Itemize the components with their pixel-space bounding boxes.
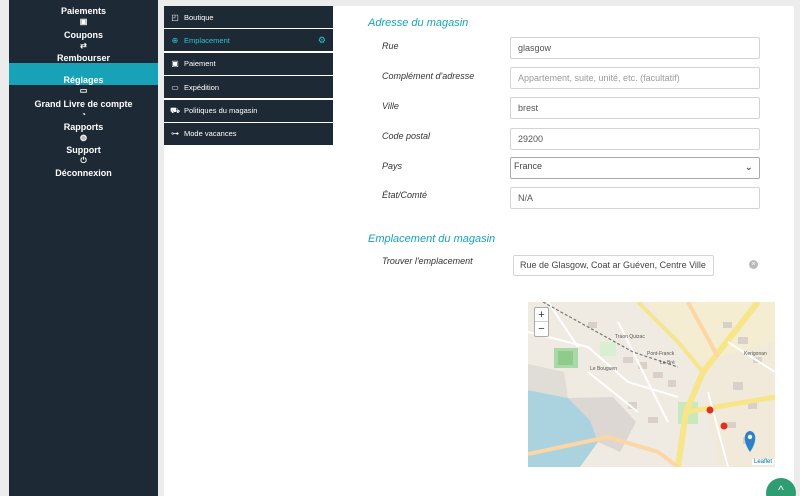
sidebar-item-label: Réglages (63, 75, 104, 85)
ledger-icon: ◔ (81, 110, 86, 119)
sidebar-item-paiements[interactable]: Paiements ▣ (9, 6, 158, 26)
submenu-item-label: Expédition (184, 82, 220, 92)
submenu-item-paiement[interactable]: ▣ Paiement (164, 52, 333, 75)
sidebar-item-reglages-label[interactable]: Réglages ▭ (9, 75, 158, 95)
settings-icon: ▭ (79, 86, 88, 95)
zoom-out-button[interactable]: − (535, 322, 548, 336)
state-input[interactable] (510, 187, 760, 209)
postcode-label: Code postal (382, 131, 431, 141)
sidebar-item-deconnexion[interactable]: Déconnexion (9, 168, 158, 180)
sidebar-item-grand-livre[interactable]: Grand Livre de compte ◔ (9, 99, 158, 119)
sidebar-item-label: Coupons (64, 30, 103, 40)
money-icon: ▣ (171, 59, 179, 69)
bag-icon: ◰ (171, 12, 179, 22)
map-tiles (528, 302, 775, 467)
submenu-item-emplacement[interactable]: ⊕ Emplacement ⚙ (164, 29, 333, 52)
support-icon: ⏻ (80, 156, 87, 165)
submenu-item-label: Mode vacances (184, 129, 237, 139)
submenu-item-expedition[interactable]: ▭ Expédition (164, 76, 333, 99)
country-select[interactable]: France ⌄ (510, 157, 760, 179)
settings-submenu: ◰ Boutique ⊕ Emplacement ⚙ ▣ Paiement ▭ … (164, 6, 333, 146)
sidebar-item-coupons[interactable]: Coupons ⇄ (9, 30, 158, 50)
clear-icon[interactable]: × (749, 260, 758, 269)
city-input[interactable] (510, 97, 760, 119)
globe-icon: ⊕ (171, 35, 179, 45)
street-input[interactable] (510, 37, 760, 59)
credit-card-icon: ▣ (79, 17, 88, 26)
truck-icon: ⛟ (169, 105, 181, 115)
street-label: Rue (382, 41, 399, 51)
state-label: État/Comté (382, 190, 428, 200)
submenu-item-label: Emplacement (184, 35, 230, 45)
sidebar-item-label: Rapports (63, 122, 104, 132)
submenu-item-boutique[interactable]: ◰ Boutique (164, 6, 333, 28)
shipping-icon: ▭ (171, 82, 179, 92)
sidebar-item-support[interactable]: Support ⏻ (9, 145, 158, 165)
map-attribution-link[interactable]: Leaflet (752, 459, 775, 465)
submenu-item-politiques[interactable]: ⛟ Politiques du magasin (164, 99, 333, 122)
postcode-input[interactable] (510, 128, 760, 150)
city-label: Ville (382, 101, 399, 111)
country-select-value: France (514, 161, 543, 171)
address-section-title: Adresse du magasin (368, 17, 469, 29)
map-label: Le Bouguen (590, 366, 617, 372)
zoom-in-button[interactable]: + (535, 308, 548, 322)
submenu-item-label: Politiques du magasin (184, 106, 258, 116)
sidebar-item-label: Déconnexion (55, 168, 112, 178)
chevron-down-icon: ⌄ (744, 162, 753, 173)
submenu-item-label: Boutique (184, 12, 214, 22)
sidebar-item-label: Grand Livre de compte (34, 99, 133, 109)
complement-label: Complément d'adresse (382, 71, 475, 81)
map-label: Le Bré (660, 360, 675, 366)
sidebar-item-label: Support (66, 145, 101, 155)
country-label: Pays (382, 161, 403, 171)
sidebar-item-rapports[interactable]: Rapports ◍ (9, 122, 158, 142)
map-label: Traon Quizac (615, 334, 645, 340)
map-label: Pont-Franck (647, 351, 675, 357)
submenu-item-vacances[interactable]: ⊶ Mode vacances (164, 122, 333, 145)
sidebar-item-label: Paiements (60, 6, 107, 16)
main-sidebar: Paiements ▣ Coupons ⇄ Rembourser ⚙ Régla… (9, 0, 158, 496)
map-zoom-control: + − (534, 307, 549, 337)
complement-input[interactable] (510, 67, 760, 89)
map-label: Kerigonan (744, 351, 767, 357)
reports-icon: ◍ (80, 133, 87, 142)
find-location-label: Trouver l'emplacement (382, 256, 473, 266)
store-map[interactable] (528, 302, 775, 467)
coupon-icon: ⇄ (80, 41, 87, 50)
gear-icon: ⚙ (317, 34, 326, 45)
toggle-icon: ⊶ (171, 129, 179, 139)
submenu-item-label: Paiement (184, 59, 216, 69)
location-section-title: Emplacement du magasin (368, 233, 496, 245)
find-location-input[interactable]: Rue de Glasgow, Coat ar Guéven, Centre V… (513, 255, 714, 276)
